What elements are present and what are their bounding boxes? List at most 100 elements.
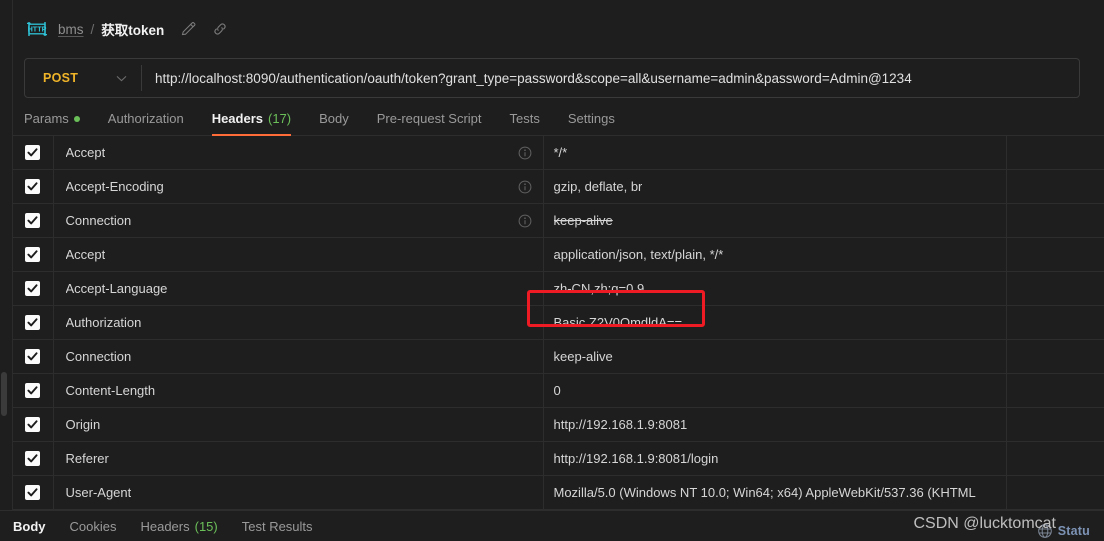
table-row[interactable]: Connection keep-alive xyxy=(13,339,1104,374)
header-key-input[interactable]: Referer xyxy=(54,442,543,475)
table-row[interactable]: User-Agent Mozilla/5.0 (Windows NT 10.0; … xyxy=(13,475,1104,510)
tab-settings[interactable]: Settings xyxy=(568,111,615,135)
header-key-text: User-Agent xyxy=(65,485,132,500)
breadcrumb: HTTP bms / 获取token xyxy=(0,0,1104,58)
response-tab-body[interactable]: Body xyxy=(13,519,46,534)
header-key-input[interactable]: Accept-Language xyxy=(54,272,543,305)
header-description-input[interactable] xyxy=(1007,136,1104,169)
table-row[interactable]: Accept-Encoding gzip, deflate, br xyxy=(13,169,1104,204)
info-icon[interactable] xyxy=(518,180,532,194)
header-key-input[interactable]: Authorization xyxy=(54,306,543,339)
header-enabled-checkbox[interactable] xyxy=(25,383,41,398)
header-enabled-checkbox[interactable] xyxy=(25,417,41,432)
link-icon[interactable] xyxy=(212,21,228,37)
tab-label: Pre-request Script xyxy=(376,111,482,126)
header-key-input[interactable]: Accept xyxy=(54,136,543,169)
header-value-input[interactable]: */* xyxy=(544,136,1006,169)
header-enabled-checkbox[interactable] xyxy=(25,281,41,296)
header-enabled-checkbox[interactable] xyxy=(25,451,41,466)
header-key-input[interactable]: Connection xyxy=(54,204,543,237)
header-value-text: gzip, deflate, br xyxy=(553,179,643,194)
header-enabled-cell xyxy=(13,306,52,339)
table-row[interactable]: Origin http://192.168.1.9:8081 xyxy=(13,407,1104,442)
header-enabled-checkbox[interactable] xyxy=(25,179,41,194)
info-icon[interactable] xyxy=(518,214,532,228)
tab-params[interactable]: Params xyxy=(24,111,80,135)
header-value-input[interactable]: keep-alive xyxy=(544,340,1006,373)
header-value-input[interactable]: http://192.168.1.9:8081 xyxy=(544,408,1006,441)
header-value-input[interactable]: zh-CN,zh;q=0.9 xyxy=(544,272,1006,305)
header-description-input[interactable] xyxy=(1007,442,1104,475)
tab-pre-request-script[interactable]: Pre-request Script xyxy=(377,111,482,135)
response-tab-test-results[interactable]: Test Results xyxy=(242,519,313,534)
header-key-input[interactable]: Origin xyxy=(54,408,543,441)
header-key-input[interactable]: Accept xyxy=(54,238,543,271)
header-value-input[interactable]: application/json, text/plain, */* xyxy=(544,238,1006,271)
url-bar: POST http://localhost:8090/authenticatio… xyxy=(0,58,1104,100)
header-value-input[interactable]: Basic Z2V0OmdldA== xyxy=(544,306,1006,339)
response-tab-cookies[interactable]: Cookies xyxy=(70,519,117,534)
header-description-input[interactable] xyxy=(1007,306,1104,339)
header-description-input[interactable] xyxy=(1007,340,1104,373)
header-enabled-cell xyxy=(13,340,52,373)
breadcrumb-collection-link[interactable]: bms xyxy=(58,22,84,37)
header-enabled-cell xyxy=(13,136,52,169)
response-tab-label: Headers xyxy=(140,518,190,534)
tab-headers[interactable]: Headers (17) xyxy=(211,111,292,136)
header-value-text: keep-alive xyxy=(553,213,613,228)
header-key-input[interactable]: Accept-Encoding xyxy=(54,170,543,203)
pencil-icon[interactable] xyxy=(180,21,196,37)
header-value-text: 0 xyxy=(553,383,561,398)
header-description-input[interactable] xyxy=(1007,204,1104,237)
header-key-text: Connection xyxy=(65,213,132,228)
header-enabled-checkbox[interactable] xyxy=(25,145,41,160)
table-row[interactable]: Accept application/json, text/plain, */* xyxy=(13,237,1104,272)
tab-body[interactable]: Body xyxy=(319,111,349,135)
header-key-text: Content-Length xyxy=(65,383,156,398)
header-value-input[interactable]: Mozilla/5.0 (Windows NT 10.0; Win64; x64… xyxy=(544,476,1006,509)
header-value-input[interactable]: keep-alive xyxy=(544,204,1006,237)
header-enabled-checkbox[interactable] xyxy=(25,485,41,500)
status-label: Statu xyxy=(1057,524,1090,538)
table-row[interactable]: Accept */* xyxy=(13,136,1104,170)
response-tab-label: Test Results xyxy=(241,518,313,534)
table-row[interactable]: Referer http://192.168.1.9:8081/login xyxy=(13,441,1104,476)
header-enabled-checkbox[interactable] xyxy=(25,315,41,330)
response-tab-headers[interactable]: Headers (15) xyxy=(140,519,217,534)
header-value-input[interactable]: 0 xyxy=(544,374,1006,407)
header-description-input[interactable] xyxy=(1007,272,1104,305)
header-value-text: application/json, text/plain, */* xyxy=(553,247,724,262)
header-description-input[interactable] xyxy=(1007,170,1104,203)
header-description-input[interactable] xyxy=(1007,238,1104,271)
header-key-text: Accept xyxy=(65,247,106,262)
header-enabled-checkbox[interactable] xyxy=(25,349,41,364)
header-enabled-cell xyxy=(13,408,52,441)
response-tab-label: Cookies xyxy=(69,518,117,534)
header-description-input[interactable] xyxy=(1007,374,1104,407)
header-key-input[interactable]: Content-Length xyxy=(54,374,543,407)
tab-authorization[interactable]: Authorization xyxy=(108,111,184,135)
header-value-text: keep-alive xyxy=(553,349,613,364)
header-enabled-checkbox[interactable] xyxy=(25,247,41,262)
header-description-input[interactable] xyxy=(1007,408,1104,441)
response-tabs: Body Cookies Headers (15) Test Results Statu xyxy=(0,510,1104,541)
header-value-input[interactable]: gzip, deflate, br xyxy=(544,170,1006,203)
header-key-input[interactable]: User-Agent xyxy=(54,476,543,509)
info-icon[interactable] xyxy=(518,146,532,160)
header-key-input[interactable]: Connection xyxy=(54,340,543,373)
sidebar-scrollbar[interactable] xyxy=(1,372,7,416)
table-row[interactable]: Content-Length 0 xyxy=(13,373,1104,408)
table-row[interactable]: Accept-Language zh-CN,zh;q=0.9 xyxy=(13,271,1104,306)
http-method-select[interactable]: POST xyxy=(25,59,141,97)
table-row[interactable]: Connection keep-alive xyxy=(13,203,1104,238)
request-tabs: Params Authorization Headers (17) Body Pre-re… xyxy=(0,100,1104,136)
header-value-input[interactable]: http://192.168.1.9:8081/login xyxy=(544,442,1006,475)
header-value-text: Basic Z2V0OmdldA== xyxy=(553,315,683,330)
header-key-text: Authorization xyxy=(65,315,142,330)
headers-table: Accept */* Accept-Encoding gzip, deflate, b… xyxy=(13,136,1104,510)
header-enabled-checkbox[interactable] xyxy=(25,213,41,228)
header-description-input[interactable] xyxy=(1007,476,1104,509)
tab-tests[interactable]: Tests xyxy=(510,111,540,135)
table-row[interactable]: Authorization Basic Z2V0OmdldA== xyxy=(13,305,1104,340)
url-input[interactable]: http://localhost:8090/authentication/oau… xyxy=(142,59,1079,97)
